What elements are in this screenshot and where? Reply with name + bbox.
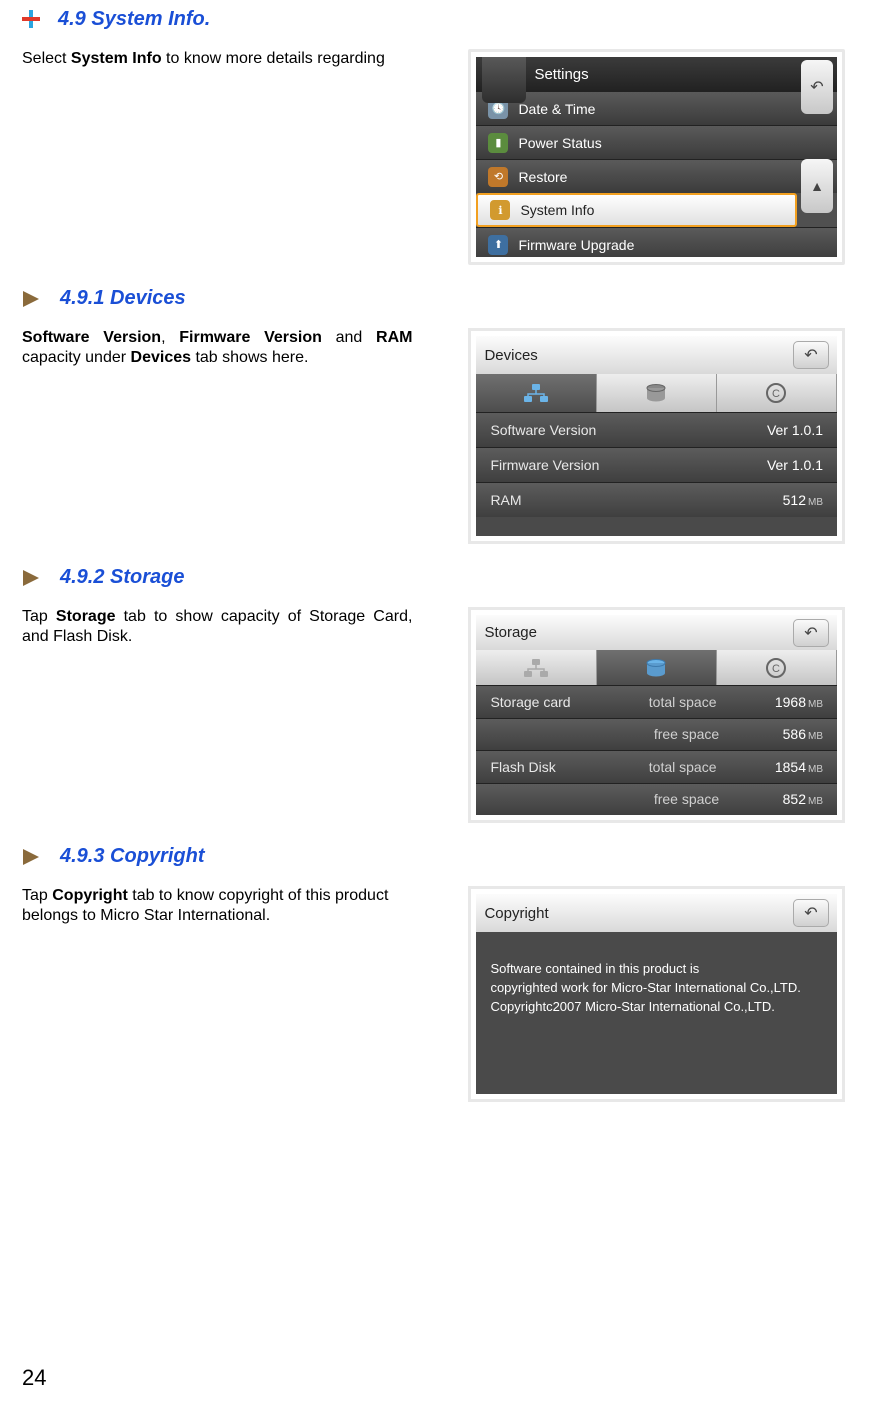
arrow-icon — [22, 848, 40, 866]
tab-devices[interactable] — [476, 374, 596, 412]
back-button[interactable]: ↶ — [801, 60, 833, 114]
storage-text: Tap Storage tab to show capacity of Stor… — [22, 607, 412, 647]
tab-copyright[interactable]: C — [717, 374, 837, 412]
tab-storage[interactable] — [597, 650, 717, 685]
copyright-body: Software contained in this product is co… — [476, 932, 837, 1094]
row-ram: RAM 512MB — [476, 482, 837, 517]
devices-text: Software Version, Firmware Version and R… — [22, 328, 412, 368]
sub-title-copyright: 4.9.3 Copyright — [60, 845, 204, 868]
plus-icon — [22, 10, 40, 28]
row-fd-total: Flash Disk total space 1854MB — [476, 750, 837, 782]
page-number: 24 — [22, 1365, 46, 1391]
sysinfo-icon: ℹ — [490, 200, 510, 220]
menu-item-datetime[interactable]: 🕓Date & Time — [476, 91, 837, 125]
menu-item-systeminfo[interactable]: ℹSystem Info — [476, 193, 797, 227]
figure-storage: Storage ↶ C Storage card total space 196… — [468, 607, 845, 823]
tab-storage[interactable] — [597, 374, 717, 412]
storage-header: Storage ↶ — [476, 615, 837, 650]
back-button[interactable]: ↶ — [793, 899, 829, 927]
upgrade-icon: ⬆ — [488, 235, 508, 255]
intro-text: Select System Info to know more details … — [22, 49, 412, 69]
figure-settings-menu: Settings ↶ 🕓Date & Time ▮Power Status ⟲R… — [468, 49, 845, 265]
back-button[interactable]: ↶ — [793, 341, 829, 369]
menu-item-firmware[interactable]: ⬆Firmware Upgrade — [476, 227, 837, 257]
arrow-icon — [22, 290, 40, 308]
section-title: 4.9 System Info. — [58, 8, 210, 31]
row-firmware-version: Firmware Version Ver 1.0.1 — [476, 447, 837, 482]
figure-devices: Devices ↶ C Software Version Ver 1.0.1 F — [468, 328, 845, 544]
up-button[interactable]: ▲ — [801, 159, 833, 213]
figure-copyright: Copyright ↶ Software contained in this p… — [468, 886, 845, 1102]
menu-item-power[interactable]: ▮Power Status — [476, 125, 837, 159]
copyright-header: Copyright ↶ — [476, 894, 837, 932]
row-sc-free: free space 586MB — [476, 718, 837, 750]
svg-text:C: C — [772, 388, 780, 400]
tab-devices[interactable] — [476, 650, 596, 685]
copyright-text: Tap Copyright tab to know copyright of t… — [22, 886, 412, 926]
battery-icon: ▮ — [488, 133, 508, 153]
settings-header: Settings ↶ — [476, 57, 837, 91]
svg-text:C: C — [772, 663, 780, 675]
sub-title-devices: 4.9.1 Devices — [60, 287, 186, 310]
row-sc-total: Storage card total space 1968MB — [476, 685, 837, 717]
menu-item-restore[interactable]: ⟲Restore — [476, 159, 837, 193]
row-software-version: Software Version Ver 1.0.1 — [476, 412, 837, 447]
back-button[interactable]: ↶ — [793, 619, 829, 647]
devices-header: Devices ↶ — [476, 336, 837, 374]
arrow-icon — [22, 569, 40, 587]
tab-copyright[interactable]: C — [717, 650, 837, 685]
row-fd-free: free space 852MB — [476, 783, 837, 815]
restore-icon: ⟲ — [488, 167, 508, 187]
sub-title-storage: 4.9.2 Storage — [60, 566, 185, 589]
